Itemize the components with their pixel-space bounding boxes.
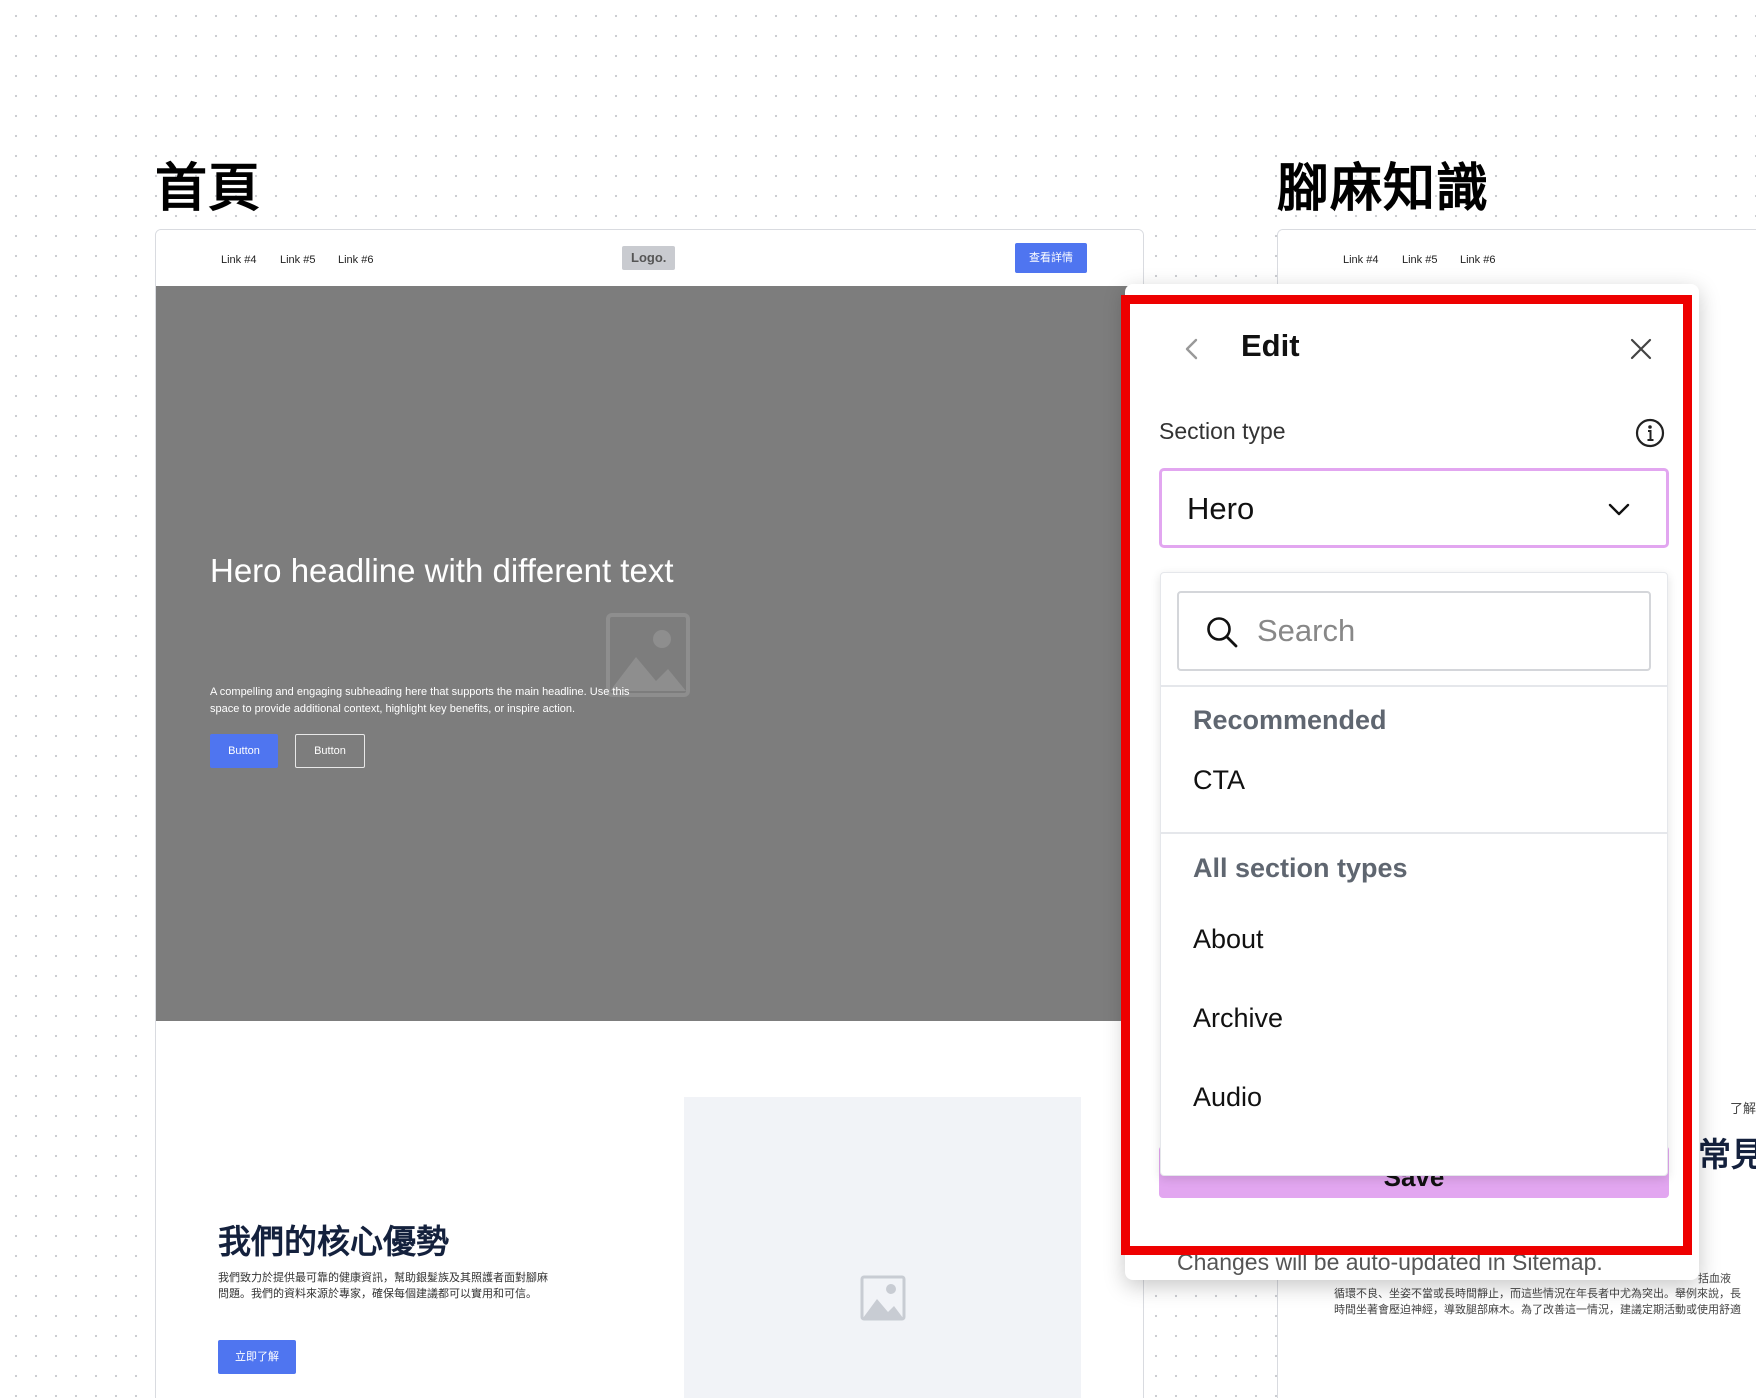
peek-line-2: 常見	[1698, 1135, 1756, 1174]
hero-subheading: A compelling and engaging subheading her…	[210, 686, 630, 715]
navbar: Link #4 Link #5 Link #6 Logo. 查看詳情	[156, 230, 1143, 286]
page-frame-home: Link #4 Link #5 Link #6 Logo. 查看詳情 Hero …	[155, 229, 1144, 1398]
hero-headline: Hero headline with different text	[210, 552, 674, 589]
nav-link-6[interactable]: Link #6	[338, 254, 373, 266]
nav-link-5[interactable]: Link #5	[1402, 254, 1437, 266]
nav-link-4[interactable]: Link #4	[1343, 254, 1378, 266]
page-label-numbness-knowledge: 腳麻知識	[1277, 159, 1490, 219]
nav-link-5[interactable]: Link #5	[280, 254, 315, 266]
peek-text-1: 括血液	[1698, 1272, 1731, 1285]
hero-secondary-button[interactable]: Button	[295, 734, 365, 768]
hero-section: Hero headline with different text A comp…	[156, 286, 1143, 1021]
nav-link-6[interactable]: Link #6	[1460, 254, 1495, 266]
image-placeholder-icon	[860, 1275, 906, 1321]
about-button[interactable]: 立即了解	[218, 1340, 296, 1374]
about-text: 我們致力於提供最可靠的健康資訊，幫助銀髮族及其照護者面對腳麻問題。我們的資料來源…	[218, 1271, 548, 1300]
navbar: Link #4 Link #5 Link #6	[1278, 230, 1756, 286]
page-label-home: 首頁	[155, 159, 262, 219]
peek-text-3: 時間坐著會壓迫神經，導致腿部麻木。為了改善這一情況，建議定期活動或使用舒適	[1334, 1303, 1741, 1316]
about-title: 我們的核心優勢	[218, 1222, 449, 1261]
about-image-placeholder	[684, 1097, 1081, 1398]
hero-primary-button[interactable]: Button	[210, 734, 278, 768]
logo: Logo.	[622, 246, 676, 270]
highlight-annotation-box	[1121, 295, 1692, 1255]
nav-cta-button[interactable]: 查看詳情	[1015, 243, 1087, 273]
nav-link-4[interactable]: Link #4	[221, 254, 256, 266]
peek-line-1: 了解	[1730, 1102, 1756, 1117]
peek-text-2: 循環不良、坐姿不當或長時間靜止，而這些情況在年長者中尤為突出。舉例來說，長	[1334, 1287, 1741, 1300]
